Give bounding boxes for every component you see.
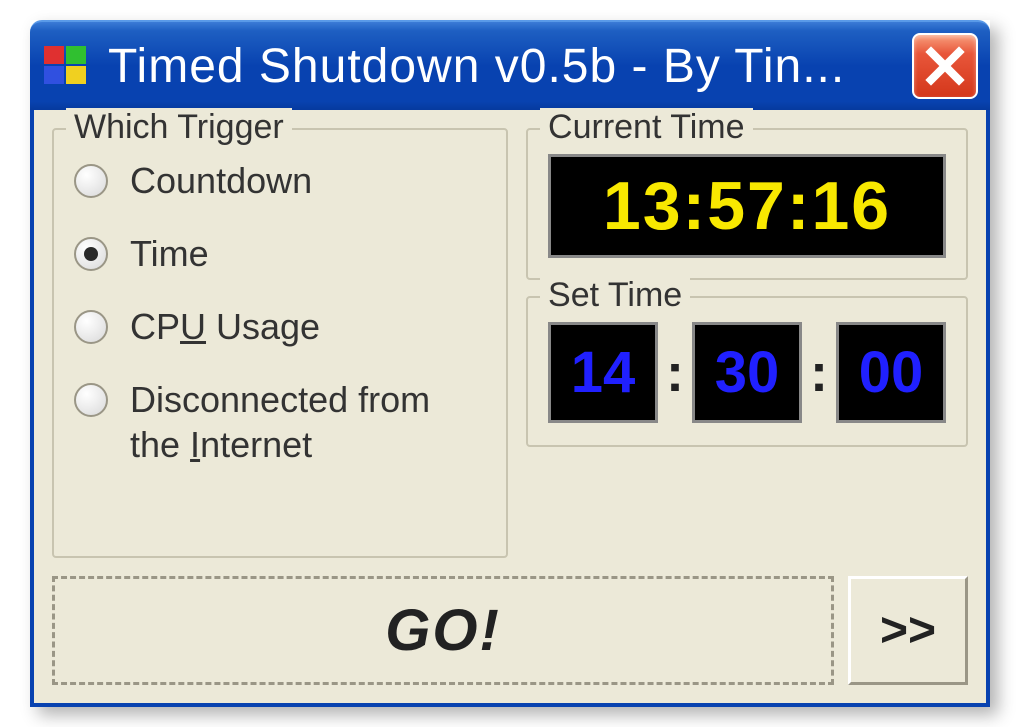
trigger-legend: Which Trigger (66, 108, 292, 147)
current-time-groupbox: Current Time 13:57:16 (526, 128, 968, 280)
current-time-display: 13:57:16 (548, 154, 946, 258)
radio-time[interactable]: Time (74, 231, 486, 276)
window-title: Timed Shutdown v0.5b - By Tin... (108, 39, 912, 94)
radio-cpu-usage[interactable]: CPU Usage (74, 304, 486, 349)
time-colon: : (808, 342, 830, 404)
app-icon (42, 42, 90, 90)
radio-icon (74, 310, 108, 344)
set-time-seconds[interactable]: 00 (836, 322, 946, 423)
set-time-legend: Set Time (540, 276, 690, 315)
go-button[interactable]: GO! (52, 576, 834, 685)
radio-disconnected-label: Disconnected from the Internet (130, 377, 486, 467)
expand-button[interactable]: >> (848, 576, 968, 685)
radio-icon (74, 164, 108, 198)
window-body: Which Trigger Countdown Time CPU Usage (30, 110, 990, 707)
set-time-groupbox: Set Time 14 : 30 : 00 (526, 296, 968, 447)
titlebar[interactable]: Timed Shutdown v0.5b - By Tin... (30, 20, 990, 110)
radio-icon (74, 383, 108, 417)
close-icon (923, 44, 967, 88)
trigger-groupbox: Which Trigger Countdown Time CPU Usage (52, 128, 508, 558)
close-button[interactable] (912, 33, 978, 99)
radio-cpu-label: CPU Usage (130, 304, 320, 349)
set-time-minutes[interactable]: 30 (692, 322, 802, 423)
radio-countdown-label: Countdown (130, 158, 312, 203)
radio-icon (74, 237, 108, 271)
radio-countdown[interactable]: Countdown (74, 158, 486, 203)
app-window: Timed Shutdown v0.5b - By Tin... Which T… (30, 20, 990, 707)
time-colon: : (664, 342, 686, 404)
set-time-hours[interactable]: 14 (548, 322, 658, 423)
set-time-inputs: 14 : 30 : 00 (548, 322, 946, 423)
current-time-legend: Current Time (540, 108, 753, 147)
radio-disconnected[interactable]: Disconnected from the Internet (74, 377, 486, 467)
radio-time-label: Time (130, 231, 209, 276)
